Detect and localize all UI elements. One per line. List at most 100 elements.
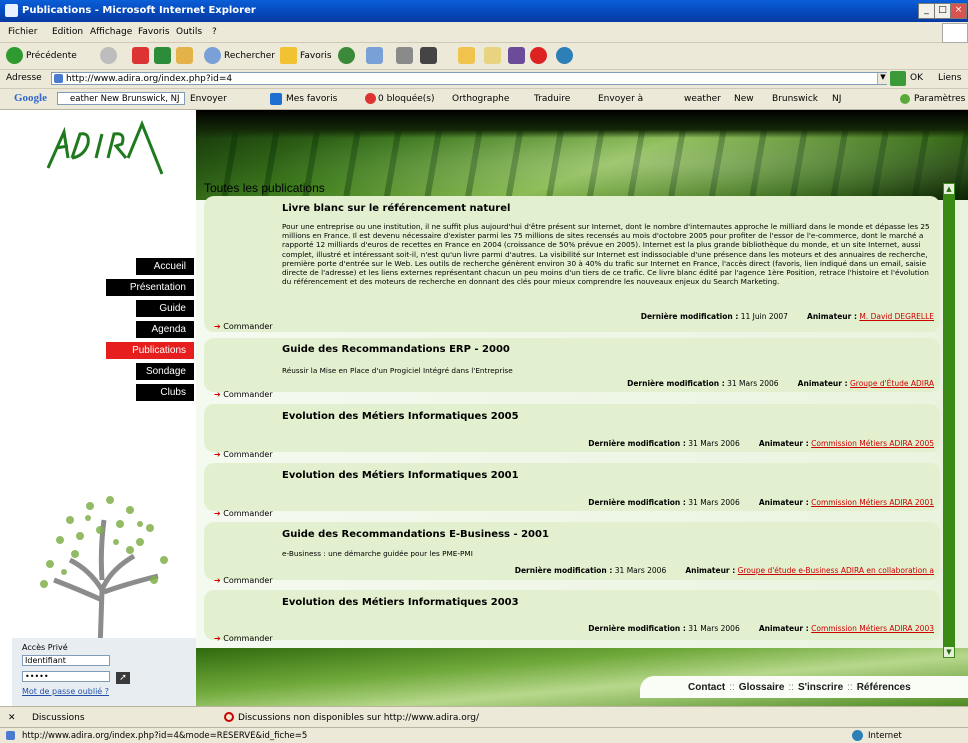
back-button[interactable]: Précédente <box>26 51 77 61</box>
envoyer-a-button[interactable]: Envoyer à <box>598 94 643 104</box>
google-envoyer-button[interactable]: Envoyer <box>190 94 227 104</box>
commander-link[interactable]: ➔ Commander <box>214 322 273 331</box>
nav-guide[interactable]: Guide <box>136 300 194 317</box>
publication-title[interactable]: Guide des Recommandations E-Business - 2… <box>282 529 549 540</box>
footer-glossaire-link[interactable]: Glossaire <box>739 682 785 693</box>
meta-label: Dernière modification : <box>640 312 739 321</box>
content-scrollbar[interactable]: ▲ ▼ <box>943 183 955 658</box>
publication-description: e-Business : une démarche guidée pour le… <box>282 549 473 558</box>
forward-arrow-icon[interactable] <box>100 47 117 64</box>
nav-agenda[interactable]: Agenda <box>136 321 194 338</box>
maximize-button[interactable]: □ <box>934 3 951 19</box>
footer-contact-link[interactable]: Contact <box>688 682 725 693</box>
history-icon[interactable] <box>338 47 355 64</box>
menu-outils[interactable]: Outils <box>176 27 202 37</box>
menu-favoris[interactable]: Favoris <box>138 27 170 37</box>
mes-favoris-button[interactable]: Mes favoris <box>286 94 337 104</box>
animator-link[interactable]: Groupe d'Étude ADIRA <box>850 379 934 388</box>
orthographe-button[interactable]: Orthographe <box>452 94 509 104</box>
nav-publications[interactable]: Publications <box>106 342 194 359</box>
menu-edition[interactable]: Edition <box>52 27 83 37</box>
nav-accueil[interactable]: Accueil <box>136 258 194 275</box>
arrow-right-icon: ➔ <box>214 450 221 459</box>
scroll-down-icon[interactable]: ▼ <box>944 647 954 657</box>
weather-button[interactable]: weather <box>684 94 721 104</box>
address-input[interactable]: http://www.adira.org/index.php?id=4 <box>51 72 887 85</box>
links-button[interactable]: Liens <box>938 73 961 83</box>
search-button[interactable]: Rechercher <box>224 51 275 61</box>
lifebuoy-icon[interactable] <box>530 47 547 64</box>
commander-link[interactable]: ➔ Commander <box>214 576 273 585</box>
scroll-up-icon[interactable]: ▲ <box>944 184 954 194</box>
animator-label: Animateur : <box>758 624 809 633</box>
publication-description: Pour une entreprise ou une institution, … <box>282 222 930 287</box>
commander-label: Commander <box>223 634 273 643</box>
edit-icon[interactable] <box>420 47 437 64</box>
discussions-button[interactable]: Discussions <box>32 713 85 723</box>
footer-links: Contact:: Glossaire:: S'inscrire:: Référenc… <box>688 682 911 693</box>
refresh-icon[interactable] <box>154 47 171 64</box>
footer-references-link[interactable]: Références <box>857 682 911 693</box>
favorites-button[interactable]: Favoris <box>300 51 332 61</box>
google-search-input[interactable]: eather New Brunswick, NJ <box>57 92 185 105</box>
nav-presentation[interactable]: Présentation <box>106 279 194 296</box>
tree-illustration <box>40 496 168 650</box>
forgot-password-link[interactable]: Mot de passe oublié ? <box>22 687 109 696</box>
nj-button[interactable]: NJ <box>832 94 841 104</box>
commander-link[interactable]: ➔ Commander <box>214 509 273 518</box>
commander-link[interactable]: ➔ Commander <box>214 634 273 643</box>
publication-title[interactable]: Guide des Recommandations ERP - 2000 <box>282 344 510 355</box>
traduire-button[interactable]: Traduire <box>534 94 570 104</box>
stop-icon[interactable] <box>132 47 149 64</box>
commander-label: Commander <box>223 509 273 518</box>
footer-separator: :: <box>788 682 794 693</box>
animator-link[interactable]: M. David DEGRELLE <box>859 312 934 321</box>
footer-inscrire-link[interactable]: S'inscrire <box>798 682 843 693</box>
new-button[interactable]: New <box>734 94 754 104</box>
animator-link[interactable]: Commission Métiers ADIRA 2003 <box>811 624 934 633</box>
globe-icon <box>852 730 863 741</box>
minimize-button[interactable]: _ <box>918 3 935 19</box>
menu-help[interactable]: ? <box>212 27 217 37</box>
nav-sondage[interactable]: Sondage <box>136 363 194 380</box>
go-arrow-icon[interactable] <box>890 71 906 86</box>
favorites-star-icon[interactable] <box>280 47 297 64</box>
folder-icon[interactable] <box>458 47 475 64</box>
messenger-icon[interactable] <box>484 47 501 64</box>
animator-link[interactable]: Groupe d'étude e-Business ADIRA en colla… <box>738 566 934 575</box>
publication-title[interactable]: Evolution des Métiers Informatiques 2005 <box>282 411 519 422</box>
research-icon[interactable] <box>508 47 525 64</box>
print-icon[interactable] <box>396 47 413 64</box>
address-dropdown-icon[interactable]: ▼ <box>877 73 888 84</box>
nav-clubs[interactable]: Clubs <box>136 384 194 401</box>
publication-title[interactable]: Livre blanc sur le référencement naturel <box>282 203 510 214</box>
brunswick-button[interactable]: Brunswick <box>772 94 818 104</box>
publication-card: Evolution des Métiers Informatiques 2003… <box>204 590 940 643</box>
animator-link[interactable]: Commission Métiers ADIRA 2005 <box>811 439 934 448</box>
username-input[interactable] <box>22 655 110 666</box>
commander-link[interactable]: ➔ Commander <box>214 390 273 399</box>
password-input[interactable] <box>22 671 110 682</box>
search-icon[interactable] <box>204 47 221 64</box>
ie-icon <box>5 4 18 17</box>
publication-meta: Dernière modification : 31 Mars 2006 Ani… <box>588 439 934 448</box>
close-button[interactable]: × <box>950 3 967 19</box>
parametres-button[interactable]: Paramètres <box>914 94 965 104</box>
publication-title[interactable]: Evolution des Métiers Informatiques 2003 <box>282 597 519 608</box>
animator-link[interactable]: Commission Métiers ADIRA 2001 <box>811 498 934 507</box>
menu-fichier[interactable]: Fichier <box>8 27 37 37</box>
close-discussions-icon[interactable]: ✕ <box>8 713 16 723</box>
mail-icon[interactable] <box>366 47 383 64</box>
publication-title[interactable]: Evolution des Métiers Informatiques 2001 <box>282 470 519 481</box>
animator-label: Animateur : <box>797 379 848 388</box>
back-arrow-icon[interactable] <box>6 47 23 64</box>
menu-affichage[interactable]: Affichage <box>90 27 132 37</box>
popup-blocked-button[interactable]: 0 bloquée(s) <box>378 94 435 104</box>
login-submit-icon[interactable]: ➚ <box>116 672 130 684</box>
footer-separator: :: <box>847 682 853 693</box>
people-icon[interactable] <box>556 47 573 64</box>
go-button[interactable]: OK <box>910 73 923 83</box>
commander-link[interactable]: ➔ Commander <box>214 450 273 459</box>
commander-label: Commander <box>223 390 273 399</box>
home-icon[interactable] <box>176 47 193 64</box>
